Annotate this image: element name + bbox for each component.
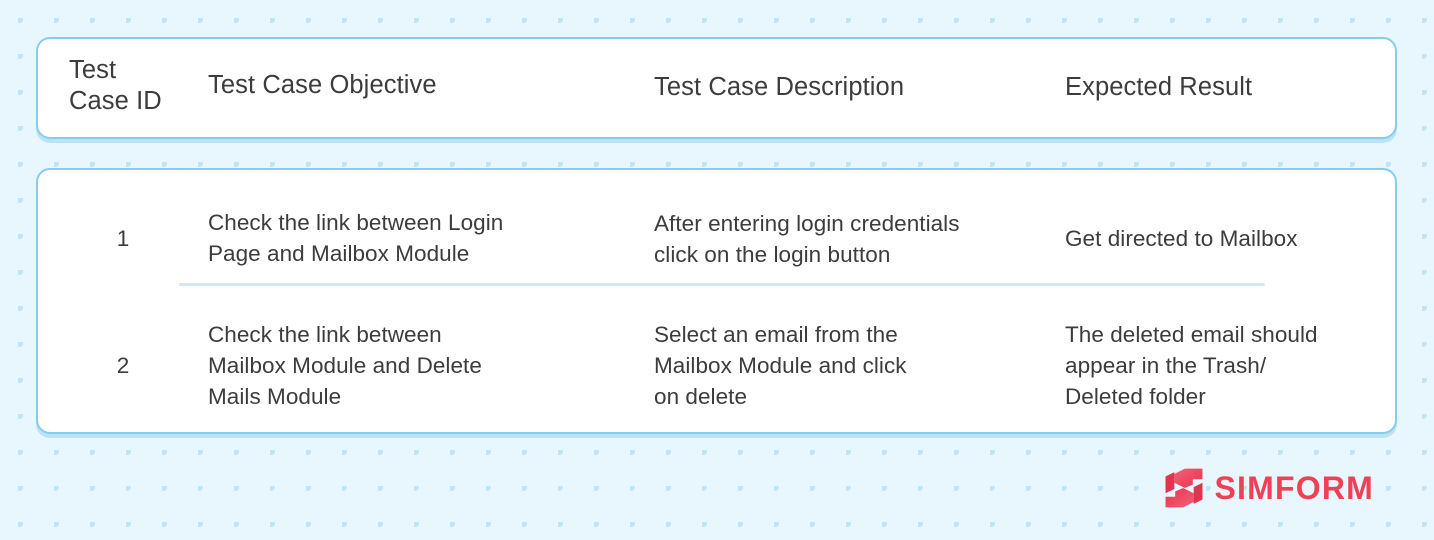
cell-line: appear in the Trash/	[1065, 353, 1267, 378]
cell-line: Check the link between	[208, 322, 442, 347]
simform-logo: SIMFORM	[1162, 465, 1375, 511]
cell-test-case-id: 1	[116, 226, 130, 251]
cell-test-case-description: Select an email from the Mailbox Module …	[654, 319, 1054, 412]
cell-line: Mailbox Module and click	[654, 353, 907, 378]
cell-expected-result: Get directed to Mailbox	[1065, 223, 1395, 254]
cell-line: Check the link between Login	[208, 210, 504, 235]
simform-logo-mark-icon	[1165, 468, 1202, 508]
cell-line: click on the login button	[654, 242, 891, 267]
table-body-card: 1 Check the link between Login Page and …	[36, 168, 1397, 434]
cell-line: Mailbox Module and Delete	[208, 353, 482, 378]
cell-line: Deleted folder	[1065, 384, 1206, 409]
column-header-line: Test Case Objective	[208, 71, 437, 99]
simform-wordmark: SIMFORM	[1214, 470, 1374, 506]
table-header-card: Test Case ID Test Case Objective Test Ca…	[36, 37, 1397, 139]
cell-line: Page and Mailbox Module	[208, 241, 470, 266]
cell-line: Select an email from the	[654, 322, 898, 347]
cell-line: After entering login credentials	[654, 211, 960, 236]
cell-line: Mails Module	[208, 384, 342, 409]
cell-test-case-objective: Check the link between Login Page and Ma…	[208, 207, 628, 269]
cell-test-case-id: 2	[116, 353, 130, 378]
cell-line: The deleted email should	[1065, 322, 1318, 347]
column-header-test-case-description: Test Case Description	[654, 72, 1054, 103]
cell-expected-result: The deleted email should appear in the T…	[1065, 319, 1395, 412]
column-header-expected-result: Expected Result	[1065, 72, 1395, 103]
column-header-test-case-objective: Test Case Objective	[208, 70, 628, 101]
table-row: 1 Check the link between Login Page and …	[38, 170, 1395, 282]
cell-line: on delete	[654, 384, 748, 409]
column-header-line: Case ID	[69, 87, 162, 115]
cell-line: Get directed to Mailbox	[1065, 226, 1298, 251]
column-header-test-case-id: Test Case ID	[69, 55, 209, 117]
column-header-line: Test	[69, 56, 117, 84]
table-row: 2 Check the link between Mailbox Module …	[38, 285, 1395, 435]
column-header-line: Expected Result	[1065, 73, 1253, 101]
column-header-line: Test Case Description	[654, 73, 905, 101]
cell-test-case-objective: Check the link between Mailbox Module an…	[208, 319, 628, 412]
cell-test-case-description: After entering login credentials click o…	[654, 208, 1054, 270]
